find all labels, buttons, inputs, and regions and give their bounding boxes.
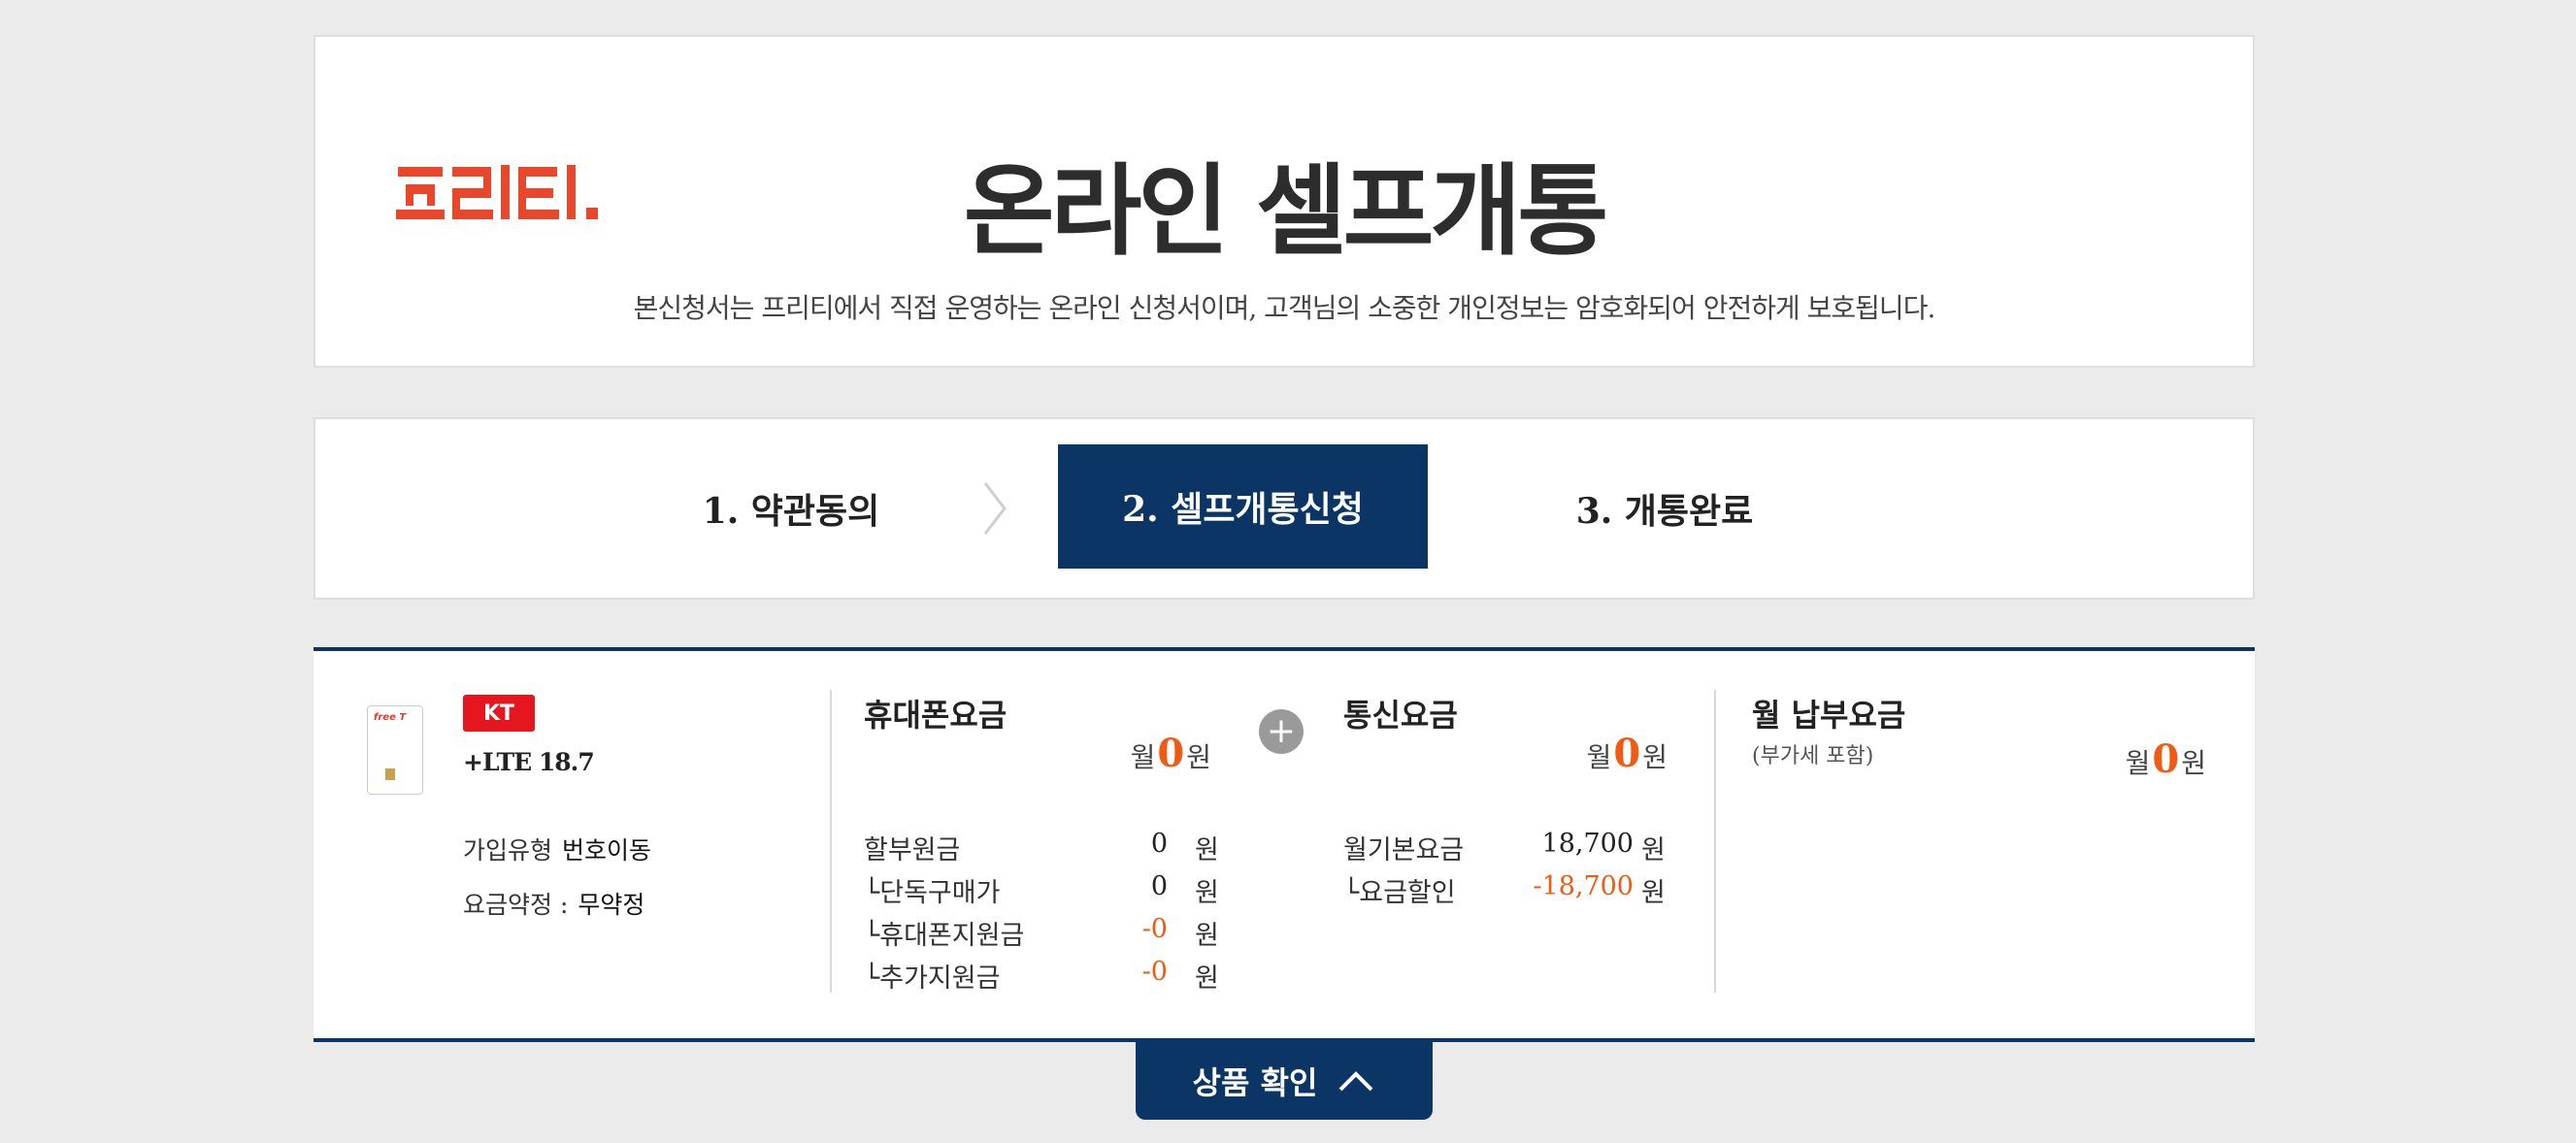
contract-term: 요금약정 : 무약정	[463, 886, 644, 921]
monthly-prefix: 월	[2125, 747, 2151, 779]
service-fee-monthly-amount: 0	[1613, 731, 1641, 776]
service-fee-row-amount: 18,700	[1541, 829, 1634, 859]
sim-chip-icon	[385, 768, 395, 780]
contract-term-value: 무약정	[578, 891, 645, 919]
header-card: 온라인 셀프개통 본신청서는 프리티에서 직접 운영하는 온라인 신청서이며, …	[314, 35, 2255, 368]
service-fee-row-unit: 원	[1641, 878, 1666, 908]
phone-fee-row-unit: 원	[1195, 921, 1219, 951]
product-summary-panel: free T KT +LTE 18.7 가입유형 번호이동 요금약정 : 무약정 휴…	[314, 647, 2255, 1042]
service-fee-row-unit: 원	[1641, 835, 1666, 865]
plan-name: +LTE 18.7	[463, 748, 595, 776]
phone-fee-monthly: 월0원	[1080, 731, 1211, 776]
chevron-up-icon	[1339, 1071, 1373, 1092]
step-self-activation-active: 2. 셀프개통신청	[1058, 444, 1428, 569]
sim-card-image: free T	[367, 705, 423, 795]
total-fee-title: 월 납부요금	[1752, 697, 1906, 734]
monthly-suffix: 원	[1186, 741, 1211, 773]
join-type-value: 번호이동	[562, 836, 652, 865]
service-fee-row-amount: -18,700	[1533, 871, 1634, 901]
page-title: 온라인 셀프개통	[963, 154, 1608, 270]
monthly-prefix: 월	[1130, 741, 1156, 773]
step-activation-complete: 3. 개통완료	[1575, 491, 1754, 532]
product-confirm-label: 상품 확인	[1192, 1064, 1318, 1101]
contract-term-label: 요금약정 :	[463, 891, 569, 919]
phone-fee-row-amount: -0	[1141, 914, 1168, 944]
join-type: 가입유형 번호이동	[463, 832, 651, 866]
total-fee-monthly: 월0원	[2061, 736, 2206, 782]
step-terms-agreement: 1. 약관동의	[702, 491, 880, 532]
product-confirm-toggle-button[interactable]: 상품 확인	[1136, 1042, 1433, 1120]
column-divider	[830, 690, 832, 993]
monthly-prefix: 월	[1586, 741, 1612, 773]
phone-fee-row-label: 할부원금	[864, 835, 961, 865]
phone-fee-row-label: └단독구매가	[864, 878, 1001, 908]
phone-fee-monthly-amount: 0	[1157, 731, 1185, 776]
page-subtitle: 본신청서는 프리티에서 직접 운영하는 온라인 신청서이며, 고객님의 소중한 …	[633, 292, 1936, 324]
phone-fee-row-amount: -0	[1141, 957, 1168, 987]
carrier-badge: KT	[463, 695, 535, 732]
chevron-right-icon	[983, 482, 1007, 535]
join-type-label: 가입유형	[463, 836, 553, 865]
phone-fee-title: 휴대폰요금	[864, 697, 1007, 734]
service-fee-row-label: └요금할인	[1343, 878, 1456, 908]
phone-fee-row-amount: 0	[1150, 829, 1168, 859]
sim-brand-logo: free T	[374, 712, 407, 723]
vat-included-note: (부가세 포함)	[1752, 744, 1874, 768]
phone-fee-row-unit: 원	[1195, 835, 1219, 865]
phone-fee-row-unit: 원	[1195, 963, 1219, 994]
service-fee-monthly: 월0원	[1527, 731, 1668, 776]
service-fee-row-label: 월기본요금	[1343, 835, 1465, 865]
phone-fee-row-label: └휴대폰지원금	[864, 921, 1025, 951]
phone-fee-row-amount: 0	[1150, 871, 1168, 901]
monthly-suffix: 원	[2181, 747, 2206, 779]
step-indicator: 1. 약관동의 2. 셀프개통신청 3. 개통완료	[314, 417, 2255, 600]
plus-icon: +	[1259, 709, 1304, 754]
phone-fee-row-unit: 원	[1195, 878, 1219, 908]
total-fee-monthly-amount: 0	[2152, 736, 2180, 782]
phone-fee-row-label: └추가지원금	[864, 963, 1001, 994]
service-fee-title: 통신요금	[1343, 697, 1458, 734]
column-divider	[1714, 690, 1716, 993]
monthly-suffix: 원	[1642, 741, 1668, 773]
